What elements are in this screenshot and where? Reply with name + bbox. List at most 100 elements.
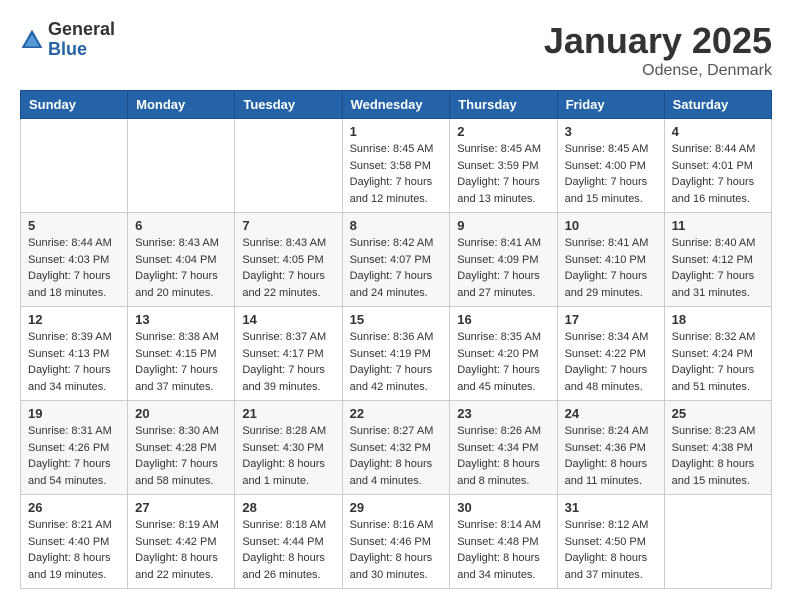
calendar-cell: 4 Sunrise: 8:44 AM Sunset: 4:01 PM Daylig… xyxy=(664,119,771,213)
calendar-cell: 3Sunrise: 8:45 AM Sunset: 4:00 PM Daylig… xyxy=(557,119,664,213)
cell-content: Sunrise: 8:16 AM Sunset: 4:46 PM Dayligh… xyxy=(350,517,443,583)
day-number: 8 xyxy=(350,218,443,233)
day-number: 17 xyxy=(565,312,657,327)
logo-icon xyxy=(20,28,44,52)
day-number: 10 xyxy=(565,218,657,233)
logo-text: General Blue xyxy=(48,20,115,60)
day-number: 22 xyxy=(350,406,443,421)
calendar-cell: 27 Sunrise: 8:19 AM Sunset: 4:42 PM Dayli… xyxy=(128,495,235,589)
calendar-cell: 10 Sunrise: 8:41 AM Sunset: 4:10 PM Dayli… xyxy=(557,213,664,307)
day-number: 21 xyxy=(242,406,334,421)
day-number: 12 xyxy=(28,312,120,327)
cell-content: Sunrise: 8:35 AM Sunset: 4:20 PM Dayligh… xyxy=(457,329,549,395)
cell-content: Sunrise: 8:19 AM Sunset: 4:42 PM Dayligh… xyxy=(135,517,227,583)
column-header-monday: Monday xyxy=(128,91,235,119)
cell-content: Sunrise: 8:44 AM Sunset: 4:01 PM Dayligh… xyxy=(672,141,764,207)
cell-content: Sunrise: 8:23 AM Sunset: 4:38 PM Dayligh… xyxy=(672,423,764,489)
calendar-week-row: 1Sunrise: 8:45 AM Sunset: 3:58 PM Daylig… xyxy=(21,119,772,213)
calendar-cell: 8 Sunrise: 8:42 AM Sunset: 4:07 PM Daylig… xyxy=(342,213,450,307)
column-header-saturday: Saturday xyxy=(664,91,771,119)
calendar-cell: 11 Sunrise: 8:40 AM Sunset: 4:12 PM Dayli… xyxy=(664,213,771,307)
day-number: 7 xyxy=(242,218,334,233)
cell-content: Sunrise: 8:36 AM Sunset: 4:19 PM Dayligh… xyxy=(350,329,443,395)
calendar-cell: 1Sunrise: 8:45 AM Sunset: 3:58 PM Daylig… xyxy=(342,119,450,213)
calendar-cell xyxy=(664,495,771,589)
cell-content: Sunrise: 8:41 AM Sunset: 4:10 PM Dayligh… xyxy=(565,235,657,301)
calendar-cell xyxy=(21,119,128,213)
calendar-cell: 2 Sunrise: 8:45 AM Sunset: 3:59 PM Daylig… xyxy=(450,119,557,213)
month-title: January 2025 xyxy=(544,20,772,62)
cell-content: Sunrise: 8:32 AM Sunset: 4:24 PM Dayligh… xyxy=(672,329,764,395)
cell-content: Sunrise: 8:21 AM Sunset: 4:40 PM Dayligh… xyxy=(28,517,120,583)
day-number: 23 xyxy=(457,406,549,421)
calendar-week-row: 19 Sunrise: 8:31 AM Sunset: 4:26 PM Dayli… xyxy=(21,401,772,495)
day-number: 6 xyxy=(135,218,227,233)
day-number: 13 xyxy=(135,312,227,327)
page-header: General Blue January 2025 Odense, Denmar… xyxy=(20,20,772,80)
day-number: 2 xyxy=(457,124,549,139)
column-header-tuesday: Tuesday xyxy=(235,91,342,119)
day-number: 14 xyxy=(242,312,334,327)
column-header-sunday: Sunday xyxy=(21,91,128,119)
cell-content: Sunrise: 8:28 AM Sunset: 4:30 PM Dayligh… xyxy=(242,423,334,489)
cell-content: Sunrise: 8:30 AM Sunset: 4:28 PM Dayligh… xyxy=(135,423,227,489)
cell-content: Sunrise: 8:31 AM Sunset: 4:26 PM Dayligh… xyxy=(28,423,120,489)
calendar-cell: 31Sunrise: 8:12 AM Sunset: 4:50 PM Dayli… xyxy=(557,495,664,589)
cell-content: Sunrise: 8:26 AM Sunset: 4:34 PM Dayligh… xyxy=(457,423,549,489)
cell-content: Sunrise: 8:18 AM Sunset: 4:44 PM Dayligh… xyxy=(242,517,334,583)
day-number: 1 xyxy=(350,124,443,139)
day-number: 28 xyxy=(242,500,334,515)
day-number: 11 xyxy=(672,218,764,233)
day-number: 18 xyxy=(672,312,764,327)
cell-content: Sunrise: 8:27 AM Sunset: 4:32 PM Dayligh… xyxy=(350,423,443,489)
calendar-cell xyxy=(235,119,342,213)
day-number: 19 xyxy=(28,406,120,421)
calendar-week-row: 26 Sunrise: 8:21 AM Sunset: 4:40 PM Dayli… xyxy=(21,495,772,589)
calendar-header-row: SundayMondayTuesdayWednesdayThursdayFrid… xyxy=(21,91,772,119)
title-block: January 2025 Odense, Denmark xyxy=(544,20,772,80)
calendar-cell: 22 Sunrise: 8:27 AM Sunset: 4:32 PM Dayli… xyxy=(342,401,450,495)
day-number: 16 xyxy=(457,312,549,327)
day-number: 25 xyxy=(672,406,764,421)
logo: General Blue xyxy=(20,20,115,60)
logo-general: General xyxy=(48,20,115,40)
cell-content: Sunrise: 8:45 AM Sunset: 3:59 PM Dayligh… xyxy=(457,141,549,207)
calendar-cell: 21 Sunrise: 8:28 AM Sunset: 4:30 PM Dayli… xyxy=(235,401,342,495)
calendar-cell: 28 Sunrise: 8:18 AM Sunset: 4:44 PM Dayli… xyxy=(235,495,342,589)
column-header-friday: Friday xyxy=(557,91,664,119)
cell-content: Sunrise: 8:40 AM Sunset: 4:12 PM Dayligh… xyxy=(672,235,764,301)
day-number: 26 xyxy=(28,500,120,515)
calendar-cell xyxy=(128,119,235,213)
day-number: 27 xyxy=(135,500,227,515)
calendar-cell: 5 Sunrise: 8:44 AM Sunset: 4:03 PM Daylig… xyxy=(21,213,128,307)
calendar-cell: 15Sunrise: 8:36 AM Sunset: 4:19 PM Dayli… xyxy=(342,307,450,401)
calendar-cell: 7 Sunrise: 8:43 AM Sunset: 4:05 PM Daylig… xyxy=(235,213,342,307)
calendar-week-row: 5 Sunrise: 8:44 AM Sunset: 4:03 PM Daylig… xyxy=(21,213,772,307)
calendar-cell: 13 Sunrise: 8:38 AM Sunset: 4:15 PM Dayli… xyxy=(128,307,235,401)
cell-content: Sunrise: 8:45 AM Sunset: 4:00 PM Dayligh… xyxy=(565,141,657,207)
cell-content: Sunrise: 8:39 AM Sunset: 4:13 PM Dayligh… xyxy=(28,329,120,395)
day-number: 24 xyxy=(565,406,657,421)
cell-content: Sunrise: 8:38 AM Sunset: 4:15 PM Dayligh… xyxy=(135,329,227,395)
day-number: 31 xyxy=(565,500,657,515)
column-header-thursday: Thursday xyxy=(450,91,557,119)
calendar-cell: 17Sunrise: 8:34 AM Sunset: 4:22 PM Dayli… xyxy=(557,307,664,401)
calendar-cell: 19 Sunrise: 8:31 AM Sunset: 4:26 PM Dayli… xyxy=(21,401,128,495)
calendar-week-row: 12 Sunrise: 8:39 AM Sunset: 4:13 PM Dayli… xyxy=(21,307,772,401)
cell-content: Sunrise: 8:43 AM Sunset: 4:05 PM Dayligh… xyxy=(242,235,334,301)
day-number: 30 xyxy=(457,500,549,515)
day-number: 5 xyxy=(28,218,120,233)
cell-content: Sunrise: 8:24 AM Sunset: 4:36 PM Dayligh… xyxy=(565,423,657,489)
location: Odense, Denmark xyxy=(544,62,772,80)
cell-content: Sunrise: 8:42 AM Sunset: 4:07 PM Dayligh… xyxy=(350,235,443,301)
logo-blue: Blue xyxy=(48,40,115,60)
calendar-cell: 9Sunrise: 8:41 AM Sunset: 4:09 PM Daylig… xyxy=(450,213,557,307)
cell-content: Sunrise: 8:14 AM Sunset: 4:48 PM Dayligh… xyxy=(457,517,549,583)
calendar-cell: 24 Sunrise: 8:24 AM Sunset: 4:36 PM Dayli… xyxy=(557,401,664,495)
calendar-cell: 26 Sunrise: 8:21 AM Sunset: 4:40 PM Dayli… xyxy=(21,495,128,589)
calendar-cell: 29Sunrise: 8:16 AM Sunset: 4:46 PM Dayli… xyxy=(342,495,450,589)
calendar-cell: 30 Sunrise: 8:14 AM Sunset: 4:48 PM Dayli… xyxy=(450,495,557,589)
day-number: 4 xyxy=(672,124,764,139)
calendar-cell: 18 Sunrise: 8:32 AM Sunset: 4:24 PM Dayli… xyxy=(664,307,771,401)
cell-content: Sunrise: 8:44 AM Sunset: 4:03 PM Dayligh… xyxy=(28,235,120,301)
